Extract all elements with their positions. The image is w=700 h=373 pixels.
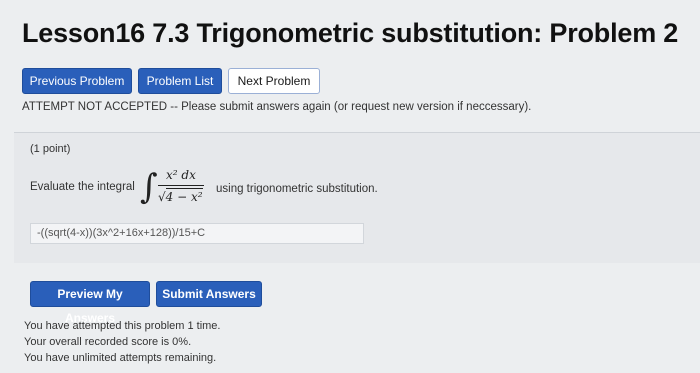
preview-answers-button[interactable]: Preview My Answers [30, 281, 150, 325]
question-prompt: Evaluate the integral [30, 181, 135, 193]
attempts-count-text: You have attempted this problem 1 time. [24, 320, 221, 332]
fraction-bar [158, 185, 204, 186]
page-title: Lesson16 7.3 Trigonometric substitution:… [22, 18, 679, 48]
integral-denominator: √4 − x² [158, 188, 203, 204]
method-text: using trigonometric substitution. [216, 183, 378, 195]
integral-numerator: x² dx [166, 168, 196, 182]
previous-problem-button[interactable]: Previous Problem [22, 68, 132, 94]
problem-points: (1 point) [30, 143, 71, 155]
integral-expression: ∫ x² dx √4 − x² [140, 168, 210, 214]
remaining-attempts-text: You have unlimited attempts remaining. [24, 352, 217, 364]
attempt-status: You have attempted this problem 1 time. … [24, 318, 221, 366]
attempt-warning: ATTEMPT NOT ACCEPTED -- Please submit an… [22, 101, 532, 113]
sqrt-icon: √ [158, 190, 166, 204]
submit-answers-button[interactable]: Submit Answers [156, 281, 262, 307]
answer-input[interactable]: -((sqrt(4-x))(3x^2+16x+128))/15+C [30, 223, 364, 244]
next-problem-button[interactable]: Next Problem [228, 68, 320, 94]
integral-sign: ∫ [140, 167, 158, 207]
radicand: 4 − x² [165, 188, 203, 204]
score-text: Your overall recorded score is 0%. [24, 336, 192, 348]
problem-list-button[interactable]: Problem List [138, 68, 222, 94]
